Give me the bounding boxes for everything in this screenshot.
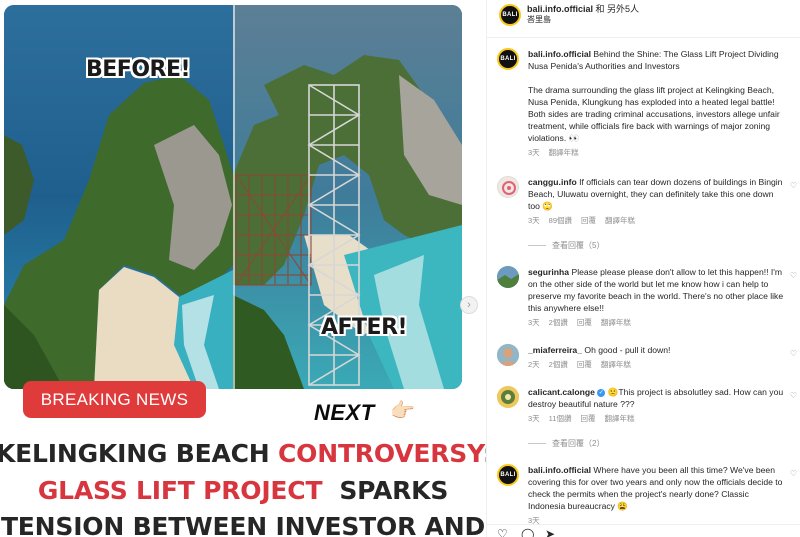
reply-link[interactable]: 回覆 — [577, 317, 592, 329]
headline-line-1: KELINGKING BEACH CONTROVERSY: — [0, 436, 486, 472]
comment-username[interactable]: canggu.info — [528, 177, 577, 187]
avatar[interactable]: BALI — [497, 48, 519, 70]
comment-body: _miaferreira_ Oh good - pull it down! 2天… — [528, 344, 786, 371]
like-count[interactable]: 89個讚 — [549, 215, 572, 227]
comment-body: calicant.calonge ✓ 🙁This project is abso… — [528, 386, 786, 425]
instagram-post-view: BEFORE! AFTER! › BREAKING NEWS NEXT 👉🏻 K… — [0, 0, 800, 537]
comment-meta: 3天 89個讚 回覆 翻譯年糕 — [528, 215, 786, 227]
view-replies-label[interactable]: 查看回覆（2） — [552, 438, 604, 449]
logo-text: BALI — [500, 56, 516, 62]
avatar[interactable] — [497, 344, 519, 366]
comment-username[interactable]: _miaferreira_ — [528, 345, 582, 355]
avatar[interactable] — [497, 266, 519, 288]
logo-text: BALI — [502, 12, 518, 18]
timestamp[interactable]: 2天 — [528, 359, 540, 371]
after-label: AFTER! — [321, 315, 408, 340]
translate-link[interactable]: 翻譯年糕 — [601, 359, 631, 371]
comment-username[interactable]: bali.info.official — [528, 465, 591, 475]
comment-username[interactable]: calicant.calonge — [528, 387, 595, 397]
timestamp[interactable]: 3天 — [528, 147, 540, 159]
author-username[interactable]: bali.info.official — [527, 4, 593, 14]
like-count[interactable]: 2個讚 — [549, 359, 568, 371]
collab-text[interactable]: 和 另外5人 — [593, 4, 640, 14]
view-replies-label[interactable]: 查看回覆（5） — [552, 240, 604, 251]
comment-username[interactable]: segurinha — [528, 267, 569, 277]
post-location[interactable]: 峇里島 — [527, 14, 551, 25]
comment-meta: 3天 2個讚 回覆 翻譯年糕 — [528, 317, 786, 329]
heart-outline-icon[interactable]: ♡ — [790, 391, 797, 400]
carousel-next-button[interactable]: › — [460, 296, 478, 314]
view-replies-link[interactable]: 查看回覆（2） — [528, 438, 604, 449]
timestamp[interactable]: 3天 — [528, 317, 540, 329]
avatar[interactable] — [497, 176, 519, 198]
heart-outline-icon[interactable]: ♡ — [790, 469, 797, 478]
comment-meta: 3天 11個讚 回覆 翻譯年糕 — [528, 413, 786, 425]
comment-body: bali.info.official Where have you been a… — [528, 464, 786, 527]
divider — [528, 443, 546, 444]
breaking-news-badge: BREAKING NEWS — [23, 381, 206, 418]
heart-outline-icon[interactable]: ♡ — [790, 181, 797, 190]
heart-outline-icon[interactable]: ♡ — [790, 271, 797, 280]
comment-body: segurinha Please please please don't all… — [528, 266, 786, 329]
headline-highlight: GLASS LIFT PROJECT — [37, 476, 323, 505]
caption-meta: 3天 翻譯年糕 — [528, 147, 786, 159]
comment-icon[interactable]: ◯ — [521, 528, 534, 537]
headline-highlight: CONTROVERSY — [278, 439, 483, 468]
caption-username[interactable]: bali.info.official — [528, 49, 591, 59]
before-after-photo: BEFORE! AFTER! — [4, 5, 462, 389]
headline-text: KELINGKING BEACH — [0, 439, 279, 468]
heart-outline-icon[interactable]: ♡ — [497, 528, 508, 537]
timestamp[interactable]: 3天 — [528, 413, 540, 425]
translate-link[interactable]: 翻譯年糕 — [549, 147, 579, 159]
translate-link[interactable]: 翻譯年糕 — [604, 413, 634, 425]
post-header: BALI bali.info.official 和 另外5人 峇里島 — [487, 0, 800, 38]
comments-panel: BALI bali.info.official 和 另外5人 峇里島 BALI … — [486, 0, 800, 537]
view-replies-link[interactable]: 查看回覆（5） — [528, 240, 604, 251]
chevron-right-icon: › — [467, 299, 471, 311]
avatar[interactable]: BALI — [499, 4, 521, 26]
comment-body: canggu.info If officials can tear down d… — [528, 176, 786, 227]
heart-outline-icon[interactable]: ♡ — [790, 349, 797, 358]
headline-line-3: TENSION BETWEEN INVESTOR AND — [0, 512, 486, 537]
post-action-bar: ♡ ◯ ➤ — [487, 524, 800, 537]
share-icon[interactable]: ➤ — [545, 528, 555, 537]
caption-body: bali.info.official Behind the Shine: The… — [528, 48, 786, 159]
translate-link[interactable]: 翻譯年糕 — [601, 317, 631, 329]
reply-link[interactable]: 回覆 — [577, 359, 592, 371]
logo-text: BALI — [500, 472, 516, 478]
avatar[interactable] — [497, 386, 519, 408]
caption-text: The drama surrounding the glass lift pro… — [528, 85, 780, 143]
translate-link[interactable]: 翻譯年糕 — [605, 215, 635, 227]
timestamp[interactable]: 3天 — [528, 215, 540, 227]
divider — [528, 245, 546, 246]
like-count[interactable]: 11個讚 — [549, 413, 572, 425]
like-count[interactable]: 2個讚 — [549, 317, 568, 329]
headline-text: SPARKS — [322, 476, 449, 505]
comments-scroll[interactable]: BALI bali.info.official Behind the Shine… — [487, 38, 800, 528]
comment-text: Oh good - pull it down! — [582, 345, 671, 355]
post-media: BEFORE! AFTER! › BREAKING NEWS NEXT 👉🏻 K… — [0, 0, 486, 537]
comment-meta: 2天 2個讚 回覆 翻譯年糕 — [528, 359, 786, 371]
pointing-hand-icon: 👉🏻 — [390, 400, 415, 422]
avatar[interactable]: BALI — [497, 464, 519, 486]
headline-line-2: GLASS LIFT PROJECT SPARKS — [0, 473, 486, 509]
before-label: BEFORE! — [86, 57, 191, 82]
next-label: NEXT — [314, 400, 375, 425]
reply-link[interactable]: 回覆 — [581, 215, 596, 227]
reply-link[interactable]: 回覆 — [580, 413, 595, 425]
